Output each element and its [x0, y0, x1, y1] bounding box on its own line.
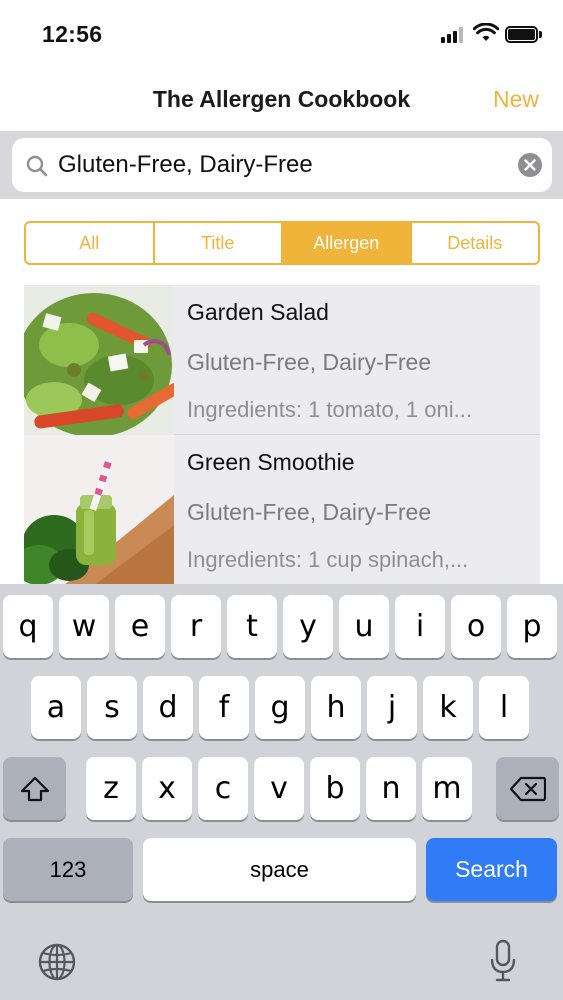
recipe-allergens: Gluten-Free, Dairy-Free — [187, 499, 432, 525]
recipe-ingredients: Ingredients: 1 cup spinach,... — [187, 547, 469, 572]
key-u[interactable]: u — [339, 595, 389, 658]
battery-icon — [505, 26, 542, 43]
microphone-icon[interactable] — [489, 939, 517, 983]
delete-key[interactable] — [496, 757, 559, 820]
wifi-icon — [473, 23, 499, 41]
key-j[interactable]: j — [367, 676, 417, 739]
green-smoothie-photo — [24, 435, 174, 585]
search-field-container[interactable] — [12, 138, 552, 192]
recipe-allergens: Gluten-Free, Dairy-Free — [187, 349, 432, 375]
cellular-signal-icon — [441, 27, 467, 43]
page-title: The Allergen Cookbook — [152, 86, 411, 112]
search-scope-segmented-control: All Title Allergen Details — [24, 221, 540, 265]
clear-circle-icon[interactable] — [518, 153, 542, 177]
navigation-bar: The Allergen Cookbook New — [0, 68, 563, 131]
garden-salad-photo — [24, 285, 174, 435]
search-key[interactable]: Search — [426, 838, 557, 901]
recipe-row-garden-salad[interactable]: Garden Salad Gluten-Free, Dairy-Free Ing… — [24, 285, 540, 435]
key-a[interactable]: a — [31, 676, 81, 739]
status-time: 12:56 — [42, 21, 103, 47]
segment-details[interactable]: Details — [412, 223, 539, 263]
key-h[interactable]: h — [311, 676, 361, 739]
onscreen-keyboard: q w e r t y u i o p a s d f g h j k l z … — [0, 584, 563, 1000]
key-v[interactable]: v — [254, 757, 304, 820]
key-o[interactable]: o — [451, 595, 501, 658]
key-f[interactable]: f — [199, 676, 249, 739]
shift-key[interactable] — [3, 757, 66, 820]
shift-arrow-icon — [20, 776, 49, 801]
search-bar — [0, 131, 563, 199]
key-t[interactable]: t — [227, 595, 277, 658]
key-s[interactable]: s — [87, 676, 137, 739]
key-i[interactable]: i — [395, 595, 445, 658]
key-m[interactable]: m — [422, 757, 472, 820]
key-c[interactable]: c — [198, 757, 248, 820]
key-k[interactable]: k — [423, 676, 473, 739]
key-d[interactable]: d — [143, 676, 193, 739]
new-recipe-button[interactable]: New — [493, 86, 539, 113]
search-input[interactable] — [58, 138, 508, 192]
key-q[interactable]: q — [3, 595, 53, 658]
segment-all[interactable]: All — [26, 223, 155, 263]
segment-title[interactable]: Title — [155, 223, 283, 263]
recipe-title: Green Smoothie — [187, 449, 355, 475]
numbers-key[interactable]: 123 — [3, 838, 133, 901]
backspace-icon — [509, 776, 546, 801]
key-b[interactable]: b — [310, 757, 360, 820]
magnifier-icon — [26, 155, 48, 177]
recipe-title: Garden Salad — [187, 299, 329, 325]
key-y[interactable]: y — [283, 595, 333, 658]
space-key[interactable]: space — [143, 838, 416, 901]
segment-allergen[interactable]: Allergen — [283, 223, 412, 263]
key-l[interactable]: l — [479, 676, 529, 739]
recipe-ingredients: Ingredients: 1 tomato, 1 oni... — [187, 397, 472, 422]
key-g[interactable]: g — [255, 676, 305, 739]
key-p[interactable]: p — [507, 595, 557, 658]
globe-icon[interactable] — [37, 942, 77, 982]
recipe-results-list: Garden Salad Gluten-Free, Dairy-Free Ing… — [24, 285, 540, 585]
key-w[interactable]: w — [59, 595, 109, 658]
key-z[interactable]: z — [86, 757, 136, 820]
recipe-row-green-smoothie[interactable]: Green Smoothie Gluten-Free, Dairy-Free I… — [24, 435, 540, 585]
key-n[interactable]: n — [366, 757, 416, 820]
key-r[interactable]: r — [171, 595, 221, 658]
key-x[interactable]: x — [142, 757, 192, 820]
key-e[interactable]: e — [115, 595, 165, 658]
status-bar: 12:56 — [0, 0, 563, 68]
